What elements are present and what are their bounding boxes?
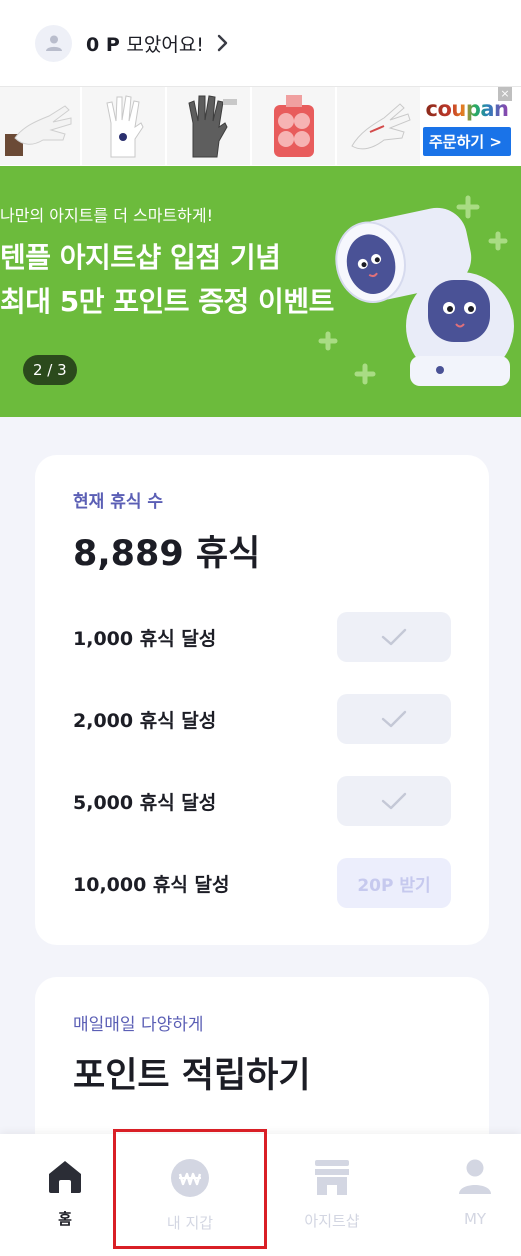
- banner-subtitle: 나만의 아지트를 더 스마트하게!: [0, 206, 214, 225]
- avatar: [35, 24, 72, 62]
- nav-my[interactable]: MY: [410, 1134, 521, 1256]
- banner-title-line1: 텐플 아지트샵 입점 기념: [0, 241, 281, 274]
- check-icon: [381, 628, 407, 646]
- claim-points-button[interactable]: 20P 받기: [337, 858, 451, 908]
- ad-product-glove-2[interactable]: [82, 87, 165, 165]
- nav-shop[interactable]: 아지트샵: [267, 1134, 397, 1256]
- coupang-ad-brand[interactable]: coupan 주문하기 > ×: [422, 87, 512, 165]
- rest-count-value: 8,889 휴식: [73, 534, 261, 574]
- check-icon: [381, 710, 407, 728]
- milestone-claimed-button[interactable]: [337, 694, 451, 744]
- ad-close-icon[interactable]: ×: [498, 87, 512, 101]
- earn-points-label: 매일매일 다양하게: [73, 1015, 204, 1035]
- milestone-row: 1,000 휴식 달성: [73, 612, 451, 662]
- rest-count-label: 현재 휴식 수: [73, 492, 164, 512]
- milestone-claimed-button[interactable]: [337, 776, 451, 826]
- nav-label: 홈: [58, 1210, 72, 1228]
- wallet-icon: [171, 1159, 209, 1197]
- shop-icon: [315, 1160, 349, 1195]
- nav-label: 아지트샵: [304, 1212, 360, 1230]
- check-icon: [381, 792, 407, 810]
- milestone-row: 2,000 휴식 달성: [73, 694, 451, 744]
- event-banner[interactable]: 나만의 아지트를 더 스마트하게! 텐플 아지트샵 입점 기념 최대 5만 포인…: [0, 166, 521, 417]
- ad-banner[interactable]: coupan 주문하기 > ×: [0, 86, 521, 166]
- milestone-row: 10,000 휴식 달성 20P 받기: [73, 858, 451, 908]
- points-header[interactable]: 0 P 모았어요!: [0, 0, 521, 86]
- banner-title-line2: 최대 5만 포인트 증정 이벤트: [0, 285, 334, 318]
- milestone-claimed-button[interactable]: [337, 612, 451, 662]
- bottom-nav: 홈 내 지갑 아지트샵 MY: [0, 1134, 521, 1256]
- banner-page-indicator: 2 / 3: [23, 355, 77, 385]
- rest-count-card: 현재 휴식 수 8,889 휴식 1,000 휴식 달성 2,000 휴식 달성…: [35, 455, 489, 945]
- points-summary: 0 P 모았어요!: [86, 30, 204, 57]
- nav-label: MY: [463, 1210, 487, 1228]
- milestone-label: 10,000 휴식 달성: [73, 873, 230, 896]
- camera-mascot-illustration: [318, 195, 514, 386]
- milestone-label: 1,000 휴식 달성: [73, 627, 217, 650]
- profile-icon: [459, 1159, 491, 1194]
- person-icon: [45, 35, 62, 51]
- milestone-label: 2,000 휴식 달성: [73, 709, 217, 732]
- nav-home[interactable]: 홈: [0, 1134, 130, 1256]
- ad-product-glove-4[interactable]: [337, 87, 420, 165]
- earn-points-title: 포인트 적립하기: [73, 1056, 311, 1096]
- milestone-label: 5,000 휴식 달성: [73, 791, 217, 814]
- milestone-row: 5,000 휴식 달성: [73, 776, 451, 826]
- order-button[interactable]: 주문하기 >: [423, 126, 511, 156]
- ad-product-glove-1[interactable]: [0, 87, 80, 165]
- ad-product-glove-3[interactable]: [167, 87, 250, 165]
- nav-label: 내 지갑: [166, 1214, 214, 1232]
- points-suffix: 모았어요!: [126, 33, 204, 56]
- chevron-right-icon[interactable]: [216, 33, 230, 53]
- brand-name: coupan: [425, 96, 509, 121]
- points-value: 0 P: [86, 33, 120, 56]
- nav-wallet[interactable]: 내 지갑: [125, 1134, 255, 1256]
- ad-product-balls[interactable]: [252, 87, 335, 165]
- home-icon: [49, 1161, 81, 1193]
